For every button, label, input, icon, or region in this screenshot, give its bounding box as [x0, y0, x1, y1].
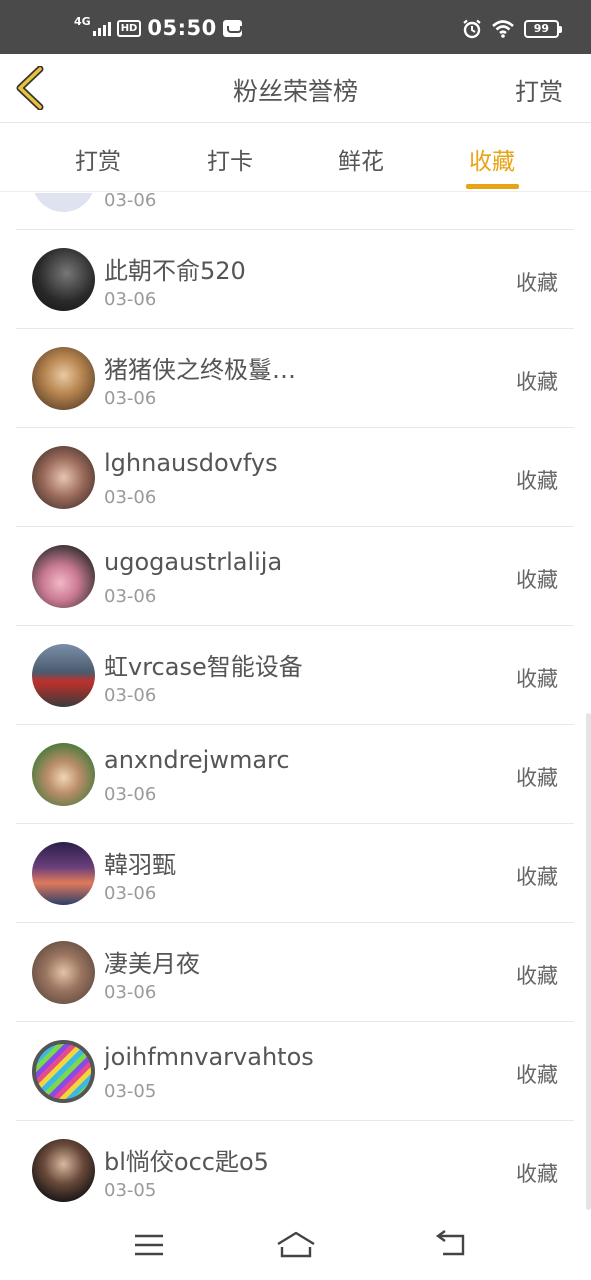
- list-item[interactable]: ugogaustrlalija 03-06 收藏: [16, 527, 574, 626]
- tab-reward[interactable]: 打赏: [58, 142, 138, 176]
- item-action: 收藏: [516, 865, 558, 889]
- home-icon: [277, 1231, 315, 1258]
- avatar: [32, 248, 95, 311]
- page-title: 粉丝荣誉榜: [232, 77, 358, 106]
- list-item[interactable]: 猪猪侠之终极鬘… 03-06 收藏: [16, 329, 574, 428]
- list-item[interactable]: anxndrejwmarc 03-06 收藏: [16, 725, 574, 824]
- item-name: 凄美月夜: [104, 950, 200, 978]
- avatar: [32, 842, 95, 905]
- wifi-icon: [491, 20, 514, 38]
- item-date: 03-06: [104, 883, 157, 904]
- list-item[interactable]: 03-06: [16, 193, 574, 230]
- list-item[interactable]: lghnausdovfys 03-06 收藏: [16, 428, 574, 527]
- system-nav-bar: [0, 1210, 591, 1280]
- back-nav-button[interactable]: [433, 1230, 469, 1260]
- back-icon: [435, 1230, 465, 1256]
- item-name: 此朝不俞520: [104, 257, 246, 285]
- avatar: [32, 545, 95, 608]
- battery-icon: 99: [523, 20, 563, 38]
- avatar: [32, 1040, 95, 1103]
- status-left: 4G HD 05:50: [74, 14, 242, 42]
- item-action: 收藏: [516, 568, 558, 592]
- item-date: 03-06: [104, 289, 157, 310]
- item-action: 收藏: [516, 964, 558, 988]
- item-action: 收藏: [516, 766, 558, 790]
- reward-button[interactable]: 打赏: [515, 72, 563, 107]
- tab-bar: 打赏 打卡 鲜花 收藏: [0, 124, 591, 192]
- item-date: 03-06: [104, 784, 157, 805]
- status-right: 99: [462, 19, 563, 39]
- item-date: 03-05: [104, 1180, 157, 1201]
- clock: 05:50: [147, 16, 217, 40]
- item-name: ugogaustrlalija: [104, 548, 283, 576]
- alarm-icon: [462, 19, 481, 39]
- tab-checkin[interactable]: 打卡: [190, 142, 270, 176]
- list-item[interactable]: 虹vrcase智能设备 03-06 收藏: [16, 626, 574, 725]
- item-name: 韓羽甄: [104, 851, 176, 879]
- item-date: 03-06: [104, 685, 157, 706]
- item-name: anxndrejwmarc: [104, 746, 290, 774]
- menu-button[interactable]: [131, 1230, 167, 1260]
- fan-list[interactable]: 03-06 此朝不俞520 03-06 收藏 猪猪侠之终极鬘… 03-06 收藏…: [0, 193, 591, 1210]
- item-date: 03-05: [104, 1081, 157, 1102]
- list-item[interactable]: 此朝不俞520 03-06 收藏: [16, 230, 574, 329]
- avatar: [32, 743, 95, 806]
- signal-icon: [92, 20, 111, 36]
- list-item[interactable]: bl惝佼occ匙o5 03-05 收藏: [16, 1121, 574, 1210]
- item-date: 03-06: [104, 193, 157, 211]
- item-name: 猪猪侠之终极鬘…: [104, 356, 296, 384]
- item-name: bl惝佼occ匙o5: [104, 1148, 269, 1176]
- scrollbar[interactable]: [586, 713, 591, 1210]
- hd-badge: HD: [116, 19, 142, 37]
- avatar: [32, 941, 95, 1004]
- item-action: 收藏: [516, 469, 558, 493]
- list-item[interactable]: 韓羽甄 03-06 收藏: [16, 824, 574, 923]
- avatar: [32, 644, 95, 707]
- active-tab-indicator: [466, 184, 519, 189]
- app-notification-icon: [222, 19, 242, 37]
- list-item[interactable]: 凄美月夜 03-06 收藏: [16, 923, 574, 1022]
- avatar: [32, 1139, 95, 1202]
- item-name: 虹vrcase智能设备: [104, 653, 303, 681]
- item-name: lghnausdovfys: [104, 449, 278, 477]
- item-date: 03-06: [104, 487, 157, 508]
- avatar: [32, 193, 95, 212]
- item-date: 03-06: [104, 982, 157, 1003]
- tab-favorites[interactable]: 收藏: [452, 142, 532, 176]
- tab-flowers[interactable]: 鲜花: [321, 142, 401, 176]
- menu-icon: [135, 1234, 163, 1256]
- item-action: 收藏: [516, 1063, 558, 1087]
- avatar: [32, 347, 95, 410]
- item-action: 收藏: [516, 1162, 558, 1186]
- item-name: joihfmnvarvahtos: [104, 1043, 314, 1071]
- network-type: 4G: [74, 14, 91, 28]
- item-date: 03-06: [104, 586, 157, 607]
- avatar: [32, 446, 95, 509]
- header: 粉丝荣誉榜 打赏: [0, 54, 591, 123]
- item-date: 03-06: [104, 388, 157, 409]
- item-action: 收藏: [516, 370, 558, 394]
- list-item[interactable]: joihfmnvarvahtos 03-05 收藏: [16, 1022, 574, 1121]
- home-button[interactable]: [276, 1230, 316, 1260]
- item-action: 收藏: [516, 667, 558, 691]
- item-action: 收藏: [516, 271, 558, 295]
- status-bar: 4G HD 05:50 99: [0, 0, 591, 54]
